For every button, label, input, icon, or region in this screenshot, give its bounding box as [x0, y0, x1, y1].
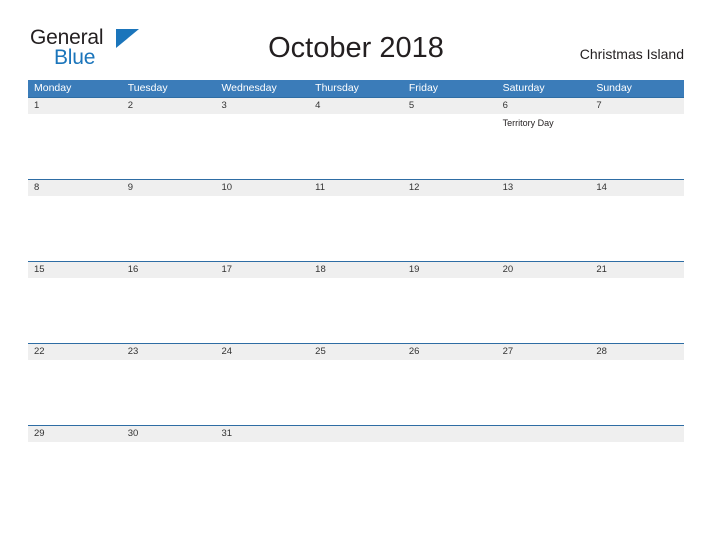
day-number[interactable]: 6 — [497, 98, 591, 114]
day-number[interactable]: 24 — [215, 344, 309, 360]
day-number[interactable]: 3 — [215, 98, 309, 114]
weekday-wednesday: Wednesday — [221, 82, 277, 94]
day-cell[interactable] — [497, 278, 591, 342]
day-cell[interactable] — [122, 360, 216, 424]
day-cell[interactable] — [590, 360, 684, 424]
day-number[interactable]: 1 — [28, 98, 122, 114]
weekday-friday: Friday — [408, 82, 439, 94]
day-number[interactable]: 17 — [215, 262, 309, 278]
day-number[interactable]: 9 — [122, 180, 216, 196]
day-cell[interactable] — [403, 360, 497, 424]
day-cell[interactable] — [122, 196, 216, 260]
day-cell[interactable] — [122, 278, 216, 342]
day-cell[interactable] — [215, 196, 309, 260]
day-cell[interactable] — [215, 114, 309, 178]
day-cell[interactable] — [215, 360, 309, 424]
location-label: Christmas Island — [579, 46, 684, 62]
day-number[interactable]: 18 — [309, 262, 403, 278]
day-cell[interactable] — [590, 278, 684, 342]
day-cell[interactable] — [309, 196, 403, 260]
weekday-thursday: Thursday — [315, 82, 359, 94]
weekday-saturday: Saturday — [502, 82, 545, 94]
day-number[interactable]: 29 — [28, 426, 122, 442]
calendar-grid: Monday Tuesday Wednesday Thursday Friday… — [28, 80, 684, 507]
week-event-row — [28, 360, 684, 424]
day-cell[interactable] — [215, 278, 309, 342]
day-cell[interactable] — [309, 442, 403, 506]
day-number[interactable] — [403, 426, 497, 442]
day-number[interactable]: 5 — [403, 98, 497, 114]
week-event-row — [28, 196, 684, 260]
week-event-row: Territory Day — [28, 114, 684, 178]
day-cell[interactable] — [497, 442, 591, 506]
week-row: 29 30 31 — [28, 425, 684, 507]
day-cell[interactable] — [122, 114, 216, 178]
day-cell[interactable] — [590, 114, 684, 178]
day-cell[interactable] — [403, 196, 497, 260]
day-number[interactable] — [309, 426, 403, 442]
day-cell[interactable] — [403, 442, 497, 506]
day-cell[interactable] — [403, 278, 497, 342]
day-cell[interactable] — [309, 114, 403, 178]
day-cell[interactable] — [28, 442, 122, 506]
day-number[interactable]: 4 — [309, 98, 403, 114]
day-cell[interactable] — [497, 360, 591, 424]
weekday-sunday: Sunday — [596, 82, 632, 94]
day-number[interactable]: 23 — [122, 344, 216, 360]
day-number[interactable]: 7 — [590, 98, 684, 114]
day-cell[interactable] — [28, 278, 122, 342]
week-event-row — [28, 278, 684, 342]
day-cell[interactable] — [122, 442, 216, 506]
day-number[interactable] — [497, 426, 591, 442]
day-number[interactable] — [590, 426, 684, 442]
day-number[interactable]: 21 — [590, 262, 684, 278]
weekday-monday: Monday — [34, 82, 72, 94]
day-number[interactable]: 16 — [122, 262, 216, 278]
day-number[interactable]: 25 — [309, 344, 403, 360]
day-number[interactable]: 30 — [122, 426, 216, 442]
day-number[interactable]: 26 — [403, 344, 497, 360]
day-number[interactable]: 20 — [497, 262, 591, 278]
week-date-band: 1 2 3 4 5 6 7 — [28, 98, 684, 114]
day-number[interactable]: 11 — [309, 180, 403, 196]
day-number[interactable]: 19 — [403, 262, 497, 278]
day-cell[interactable] — [590, 442, 684, 506]
day-number[interactable]: 12 — [403, 180, 497, 196]
week-date-band: 8 9 10 11 12 13 14 — [28, 180, 684, 196]
week-date-band: 22 23 24 25 26 27 28 — [28, 344, 684, 360]
day-cell[interactable] — [309, 360, 403, 424]
day-number[interactable]: 31 — [215, 426, 309, 442]
week-row: 1 2 3 4 5 6 7 Territory Day — [28, 97, 684, 179]
day-cell[interactable] — [497, 196, 591, 260]
day-cell[interactable] — [28, 114, 122, 178]
page-header: General Blue October 2018 Christmas Isla… — [28, 26, 684, 74]
day-number[interactable]: 28 — [590, 344, 684, 360]
day-cell[interactable]: Territory Day — [497, 114, 591, 178]
day-cell[interactable] — [590, 196, 684, 260]
calendar-page: General Blue October 2018 Christmas Isla… — [0, 0, 712, 550]
day-number[interactable]: 2 — [122, 98, 216, 114]
day-cell[interactable] — [403, 114, 497, 178]
day-number[interactable]: 27 — [497, 344, 591, 360]
day-cell[interactable] — [28, 360, 122, 424]
week-event-row — [28, 442, 684, 506]
day-number[interactable]: 22 — [28, 344, 122, 360]
week-date-band: 29 30 31 — [28, 426, 684, 442]
day-number[interactable]: 15 — [28, 262, 122, 278]
weekday-header-row: Monday Tuesday Wednesday Thursday Friday… — [28, 80, 684, 97]
week-date-band: 15 16 17 18 19 20 21 — [28, 262, 684, 278]
day-number[interactable]: 10 — [215, 180, 309, 196]
weekday-tuesday: Tuesday — [127, 82, 168, 94]
week-row: 8 9 10 11 12 13 14 — [28, 179, 684, 261]
day-number[interactable]: 14 — [590, 180, 684, 196]
week-row: 15 16 17 18 19 20 21 — [28, 261, 684, 343]
event-label: Territory Day — [502, 118, 554, 128]
day-cell[interactable] — [28, 196, 122, 260]
day-cell[interactable] — [309, 278, 403, 342]
day-number[interactable]: 13 — [497, 180, 591, 196]
day-cell[interactable] — [215, 442, 309, 506]
day-number[interactable]: 8 — [28, 180, 122, 196]
week-row: 22 23 24 25 26 27 28 — [28, 343, 684, 425]
